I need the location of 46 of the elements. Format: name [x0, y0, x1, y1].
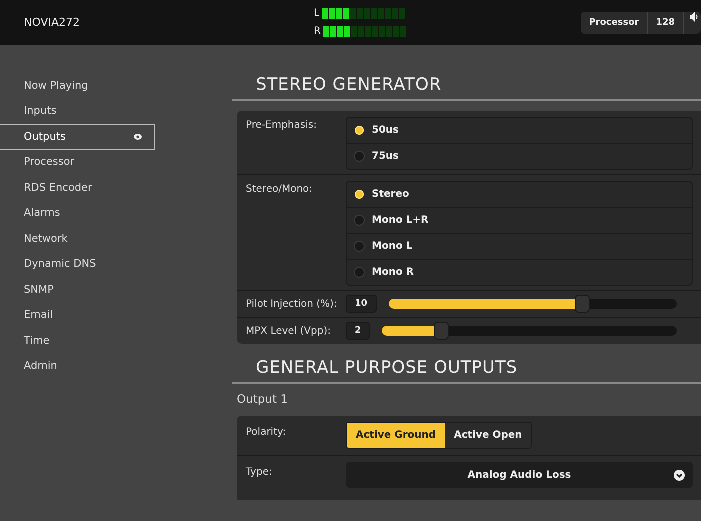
- nav-item[interactable]: Now Playing: [0, 73, 155, 98]
- nav-item[interactable]: Inputs: [0, 98, 155, 124]
- radio-option[interactable]: 50us: [347, 118, 692, 144]
- nav-item[interactable]: Dynamic DNS: [0, 252, 155, 277]
- radio-button[interactable]: [355, 242, 364, 251]
- radio-button[interactable]: [355, 126, 364, 135]
- slider-thumb[interactable]: [574, 295, 590, 313]
- field-label: MPX Level (Vpp):: [246, 326, 332, 336]
- section-heading: STEREO GENERATOR: [232, 75, 701, 101]
- toggle-button[interactable]: Active Ground: [347, 423, 446, 448]
- output-title: Output 1: [236, 391, 289, 408]
- value-field[interactable]: 2: [346, 322, 370, 340]
- radio-option[interactable]: Mono L+R: [347, 208, 692, 234]
- radio-button[interactable]: [355, 152, 364, 161]
- nav-item[interactable]: RDS Encoder: [0, 175, 155, 200]
- channel-label: L: [314, 8, 320, 19]
- nav-item[interactable]: Email: [0, 302, 155, 328]
- radio-button[interactable]: [355, 216, 364, 225]
- nav-item[interactable]: SNMP: [0, 277, 155, 302]
- radio-button[interactable]: [355, 190, 364, 199]
- nav-item[interactable]: Alarms: [0, 200, 155, 226]
- radio-button[interactable]: [355, 268, 364, 277]
- value-field[interactable]: 10: [346, 295, 377, 313]
- processor-button[interactable]: Processor: [581, 12, 648, 34]
- field-label: Pre-Emphasis:: [246, 119, 318, 131]
- nav-item[interactable]: Admin: [0, 354, 155, 379]
- radio-option[interactable]: Mono L: [347, 234, 692, 260]
- nav-item[interactable]: Network: [0, 226, 155, 252]
- chevron-down-icon: [674, 470, 685, 480]
- radio-option[interactable]: Stereo: [347, 182, 692, 208]
- nav-item[interactable]: Outputs: [0, 124, 155, 150]
- slider-thumb[interactable]: [434, 322, 450, 340]
- field-label: Pilot Injection (%):: [246, 298, 338, 310]
- nav-item[interactable]: Time: [0, 328, 155, 354]
- device-name: NOVIA272: [24, 16, 81, 29]
- radio-option[interactable]: 75us: [347, 144, 692, 169]
- dropdown[interactable]: Analog Audio Loss: [346, 462, 693, 488]
- nav-item[interactable]: Processor: [0, 150, 155, 175]
- section-heading: GENERAL PURPOSE OUTPUTS: [232, 358, 701, 384]
- field-label: Polarity:: [246, 426, 288, 438]
- radio-option[interactable]: Mono R: [347, 260, 692, 285]
- field-label: Stereo/Mono:: [246, 183, 314, 195]
- speaker-icon[interactable]: [690, 12, 699, 22]
- field-label: Type:: [246, 466, 274, 478]
- channel-label: R: [314, 26, 321, 37]
- eye-icon: [134, 134, 142, 140]
